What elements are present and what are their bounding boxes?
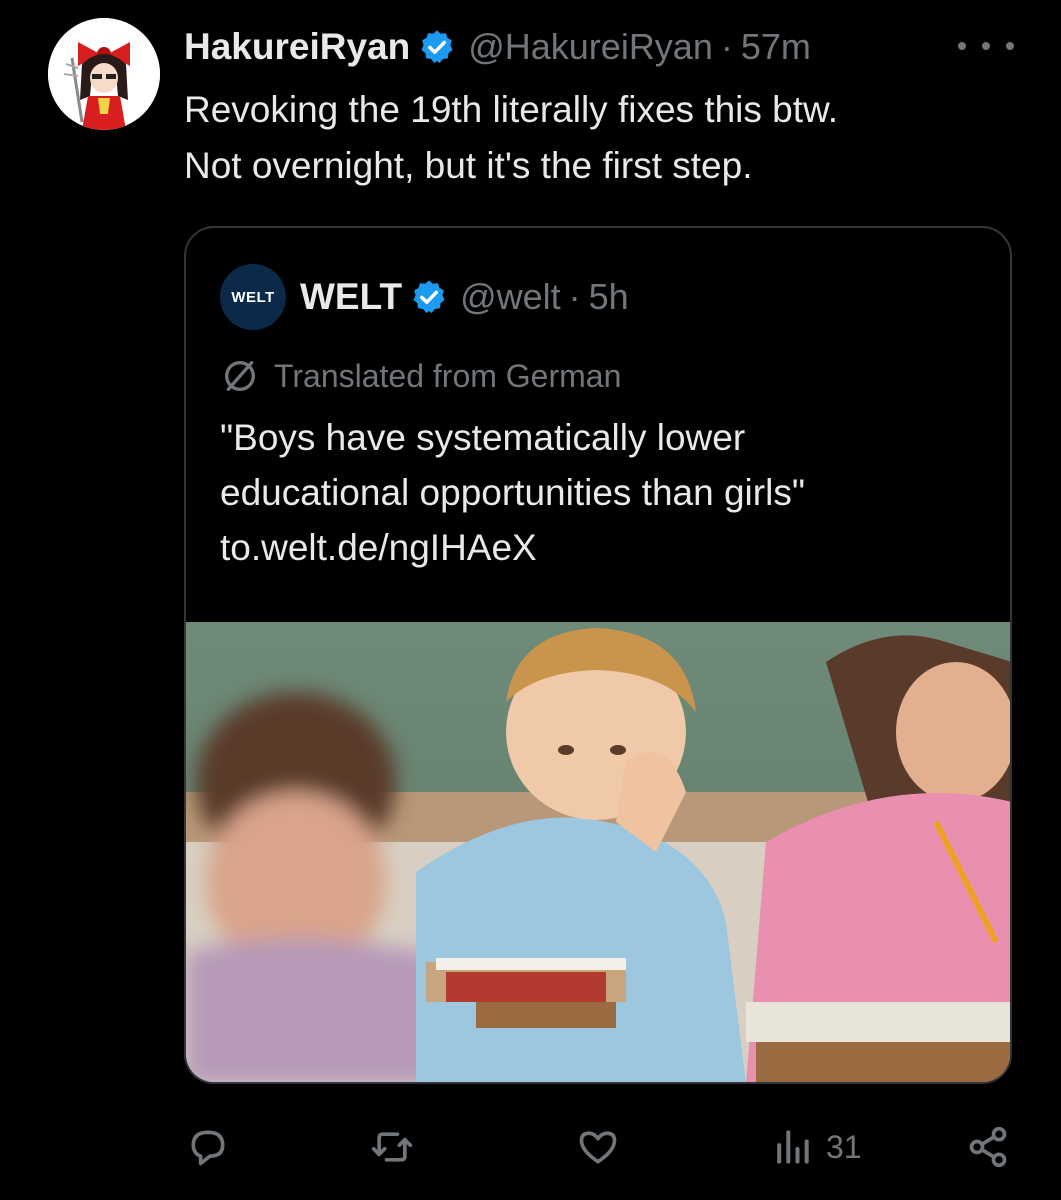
user-handle[interactable]: @HakureiRyan [468, 26, 713, 68]
quoted-handle[interactable]: @welt [460, 276, 561, 318]
quoted-tweet-text: "Boys have systematically lower educatio… [220, 410, 1000, 575]
tweet-text-line: Revoking the 19th literally fixes this b… [184, 89, 838, 130]
quoted-tweet-header: WELT WELT @welt · 5h [220, 264, 629, 330]
translated-label: Translated from German [274, 357, 622, 394]
translation-notice: Translated from German [220, 354, 621, 398]
repost-icon [370, 1125, 414, 1169]
verified-badge-icon[interactable] [418, 28, 456, 66]
repost-button[interactable] [370, 1112, 414, 1182]
quoted-timestamp[interactable]: 5h [589, 276, 629, 318]
timestamp[interactable]: 57m [741, 26, 811, 68]
heart-icon [576, 1125, 620, 1169]
display-name[interactable]: HakureiRyan [184, 26, 410, 68]
share-button[interactable] [966, 1112, 1010, 1182]
quoted-tweet-image[interactable] [186, 622, 1010, 1082]
more-options-icon[interactable] [958, 26, 1014, 66]
tweet-action-bar: 31 [0, 1112, 1061, 1182]
views-count: 31 [826, 1128, 862, 1165]
tweet-text-line: Not overnight, but it's the first step. [184, 145, 753, 186]
quoted-avatar[interactable]: WELT [220, 264, 286, 330]
share-icon [966, 1125, 1010, 1169]
quoted-tweet-card[interactable]: WELT WELT @welt · 5h Translated from Ger… [184, 226, 1012, 1084]
views-button[interactable]: 31 [770, 1112, 862, 1182]
tweet-header: HakureiRyan @HakureiRyan · 57m [184, 20, 811, 74]
tweet-text: Revoking the 19th literally fixes this b… [184, 82, 1024, 194]
user-avatar[interactable] [48, 18, 160, 130]
views-icon [770, 1125, 814, 1169]
separator-dot: · [720, 26, 733, 67]
like-button[interactable] [576, 1112, 620, 1182]
quoted-display-name[interactable]: WELT [300, 276, 402, 318]
reply-icon [186, 1125, 230, 1169]
quoted-text-line: educational opportunities than girls" [220, 472, 805, 513]
verified-badge-icon[interactable] [410, 278, 448, 316]
translate-icon [220, 356, 260, 396]
quoted-text-line: "Boys have systematically lower [220, 417, 746, 458]
reply-button[interactable] [186, 1112, 230, 1182]
quoted-link[interactable]: to.welt.de/ngIHAeX [220, 520, 1000, 575]
separator-dot: · [568, 276, 581, 317]
